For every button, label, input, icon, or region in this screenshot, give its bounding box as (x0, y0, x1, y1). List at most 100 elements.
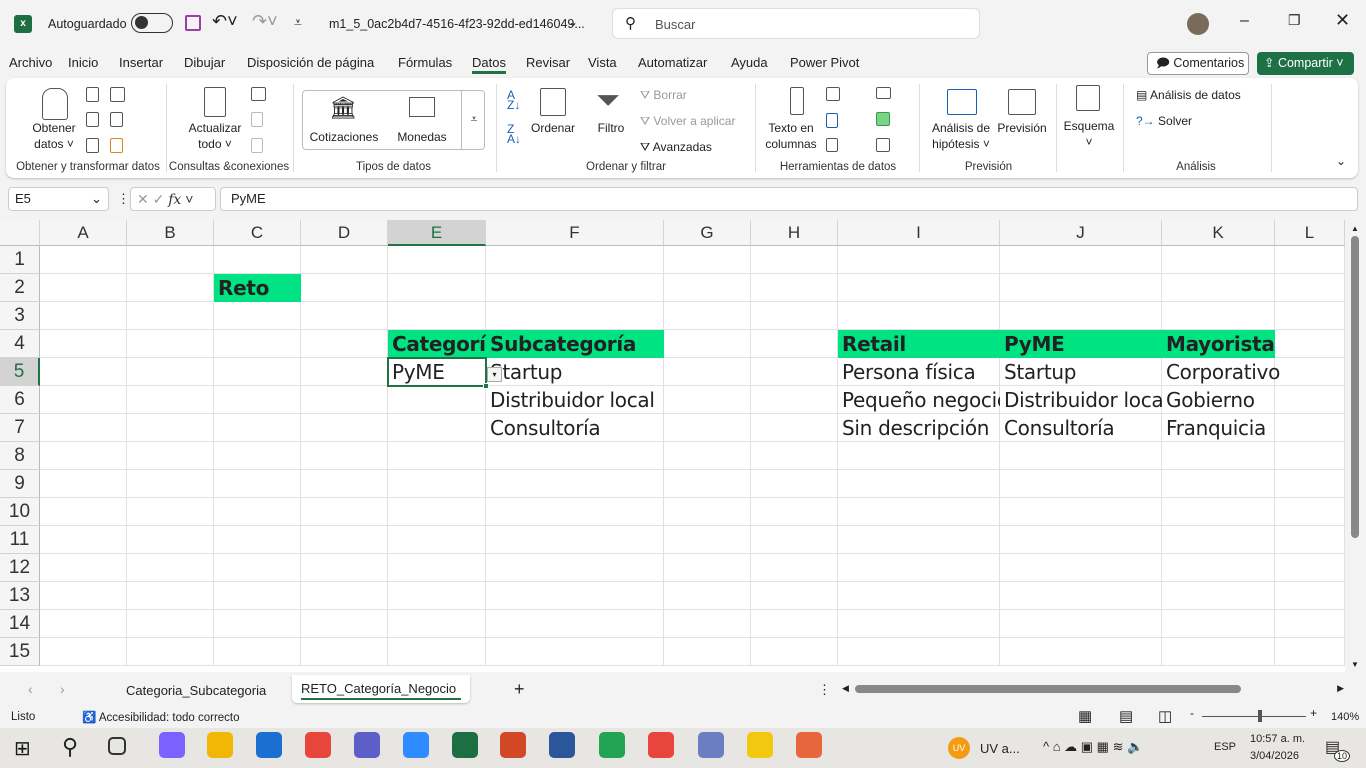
cell-E2[interactable] (388, 274, 486, 302)
clock-date[interactable]: 3/04/2026 (1250, 750, 1299, 762)
column-header-H[interactable]: H (751, 220, 838, 246)
cell-C10[interactable] (214, 498, 301, 526)
cell-G12[interactable] (664, 554, 751, 582)
cell-I3[interactable] (838, 302, 1000, 330)
cell-B7[interactable] (127, 414, 214, 442)
cell-H5[interactable] (751, 358, 838, 386)
cell-E6[interactable] (388, 386, 486, 414)
language-indicator[interactable]: ESP (1214, 741, 1236, 753)
teams-icon[interactable] (354, 732, 380, 758)
cell-D14[interactable] (301, 610, 388, 638)
cell-B14[interactable] (127, 610, 214, 638)
cell-G9[interactable] (664, 470, 751, 498)
consolidate-icon[interactable] (876, 87, 891, 99)
cell-B13[interactable] (127, 582, 214, 610)
filter-button[interactable]: Filtro (591, 120, 631, 136)
cell-G7[interactable] (664, 414, 751, 442)
sort-button[interactable]: Ordenar (528, 120, 578, 136)
what-if-button[interactable]: Análisis de hipótesis ˅ (926, 120, 996, 152)
cell-K1[interactable] (1162, 246, 1275, 274)
zoom-slider-thumb[interactable] (1258, 710, 1262, 722)
cell-B3[interactable] (127, 302, 214, 330)
zoom-icon[interactable] (403, 732, 429, 758)
vertical-scroll-thumb[interactable] (1351, 236, 1359, 538)
autosave-toggle[interactable] (131, 13, 173, 33)
cell-H8[interactable] (751, 442, 838, 470)
cell-J11[interactable] (1000, 526, 1162, 554)
add-sheet-icon[interactable]: + (514, 679, 525, 700)
redo-icon[interactable]: ↷˅ (252, 11, 278, 32)
cell-J15[interactable] (1000, 638, 1162, 666)
cell-H11[interactable] (751, 526, 838, 554)
cell-A1[interactable] (40, 246, 127, 274)
cell-L9[interactable] (1275, 470, 1345, 498)
cell-A8[interactable] (40, 442, 127, 470)
cell-D12[interactable] (301, 554, 388, 582)
row-header-14[interactable]: 14 (0, 610, 40, 638)
cell-E12[interactable] (388, 554, 486, 582)
cell-G11[interactable] (664, 526, 751, 554)
refresh-all-button[interactable]: Actualizar todo ˅ (184, 120, 246, 152)
cell-H13[interactable] (751, 582, 838, 610)
cell-C12[interactable] (214, 554, 301, 582)
search-box[interactable]: ⚲ Buscar (612, 8, 980, 39)
cell-L1[interactable] (1275, 246, 1345, 274)
page-break-view-icon[interactable]: ◫ (1158, 707, 1172, 725)
word-icon[interactable] (549, 732, 575, 758)
task-view-icon[interactable] (108, 737, 126, 755)
cell-C11[interactable] (214, 526, 301, 554)
from-table-icon[interactable] (86, 138, 99, 153)
cell-G5[interactable] (664, 358, 751, 386)
cell-B10[interactable] (127, 498, 214, 526)
remove-duplicates-icon[interactable] (826, 113, 838, 128)
cell-C3[interactable] (214, 302, 301, 330)
cell-L13[interactable] (1275, 582, 1345, 610)
cell-F11[interactable] (486, 526, 664, 554)
cell-K14[interactable] (1162, 610, 1275, 638)
what-if-icon[interactable] (947, 89, 977, 115)
cell-F3[interactable] (486, 302, 664, 330)
cell-H6[interactable] (751, 386, 838, 414)
cell-A13[interactable] (40, 582, 127, 610)
cell-G10[interactable] (664, 498, 751, 526)
zoom-level[interactable]: 140% (1331, 711, 1359, 723)
cell-K2[interactable] (1162, 274, 1275, 302)
row-header-9[interactable]: 9 (0, 470, 40, 498)
cell-G8[interactable] (664, 442, 751, 470)
share-button[interactable]: ⇪ Compartir ˅ (1257, 52, 1354, 75)
cell-A6[interactable] (40, 386, 127, 414)
cell-B4[interactable] (127, 330, 214, 358)
cell-C5[interactable] (214, 358, 301, 386)
advanced-filter-button[interactable]: ⛛ Avanzadas (640, 139, 712, 155)
active-cell-selection[interactable] (387, 357, 489, 389)
text-to-columns-button[interactable]: Texto en columnas (761, 120, 821, 152)
uv-icon[interactable]: UV (948, 737, 970, 759)
cell-E15[interactable] (388, 638, 486, 666)
restore-icon[interactable]: ❐ (1288, 12, 1301, 29)
cell-I10[interactable] (838, 498, 1000, 526)
cell-A2[interactable] (40, 274, 127, 302)
cell-D15[interactable] (301, 638, 388, 666)
refresh-all-icon[interactable] (204, 87, 226, 117)
cell-A14[interactable] (40, 610, 127, 638)
row-header-1[interactable]: 1 (0, 246, 40, 274)
cell-B12[interactable] (127, 554, 214, 582)
cell-H15[interactable] (751, 638, 838, 666)
taskbar-search-icon[interactable]: ⚲ (62, 734, 78, 760)
vertical-scrollbar[interactable]: ▲ ▼ (1345, 220, 1366, 672)
cell-D2[interactable] (301, 274, 388, 302)
avatar[interactable] (1187, 13, 1209, 35)
copilot-icon[interactable] (159, 732, 185, 758)
comments-button[interactable]: 🗩 Comentarios (1147, 52, 1249, 75)
clear-filter-button[interactable]: ⛛ Borrar (640, 87, 687, 103)
column-header-I[interactable]: I (838, 220, 1000, 246)
column-header-F[interactable]: F (486, 220, 664, 246)
cell-F1[interactable] (486, 246, 664, 274)
cell-E7[interactable] (388, 414, 486, 442)
worksheet-grid[interactable]: A B C D E F G H I J K L 1 2 3 4 5 6 7 8 9 10 11 12 13 14 15 Reto Cat… (0, 220, 1345, 672)
outline-icon[interactable] (1076, 85, 1100, 111)
menu-tab-insertar[interactable]: Insertar (119, 55, 163, 70)
cell-A9[interactable] (40, 470, 127, 498)
cell-D10[interactable] (301, 498, 388, 526)
cell-B6[interactable] (127, 386, 214, 414)
